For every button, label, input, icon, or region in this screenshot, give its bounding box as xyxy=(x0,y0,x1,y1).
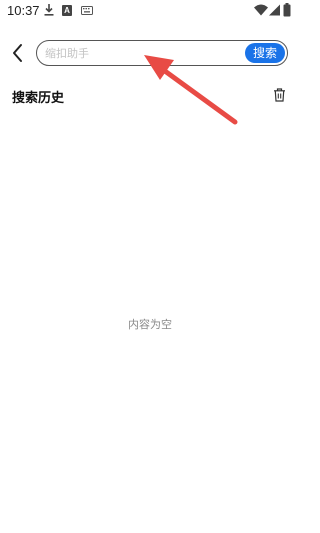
a-app-icon: A xyxy=(62,5,72,16)
search-button[interactable]: 搜索 xyxy=(245,43,285,63)
trash-icon[interactable] xyxy=(273,88,286,102)
battery-icon xyxy=(283,3,291,17)
wifi-icon xyxy=(254,4,268,16)
search-history-title: 搜索历史 xyxy=(12,91,65,106)
signal-icon xyxy=(269,4,280,16)
search-bar: 搜索 xyxy=(36,40,288,66)
keyboard-icon xyxy=(81,6,93,15)
download-icon xyxy=(44,4,54,16)
search-input[interactable] xyxy=(45,41,240,65)
status-time: 10:37 xyxy=(7,3,40,18)
status-bar: 10:37 A xyxy=(0,0,300,22)
empty-state-text: 内容为空 xyxy=(128,318,172,331)
back-arrow-icon[interactable] xyxy=(10,42,26,64)
annotation-arrow-icon xyxy=(144,55,238,125)
